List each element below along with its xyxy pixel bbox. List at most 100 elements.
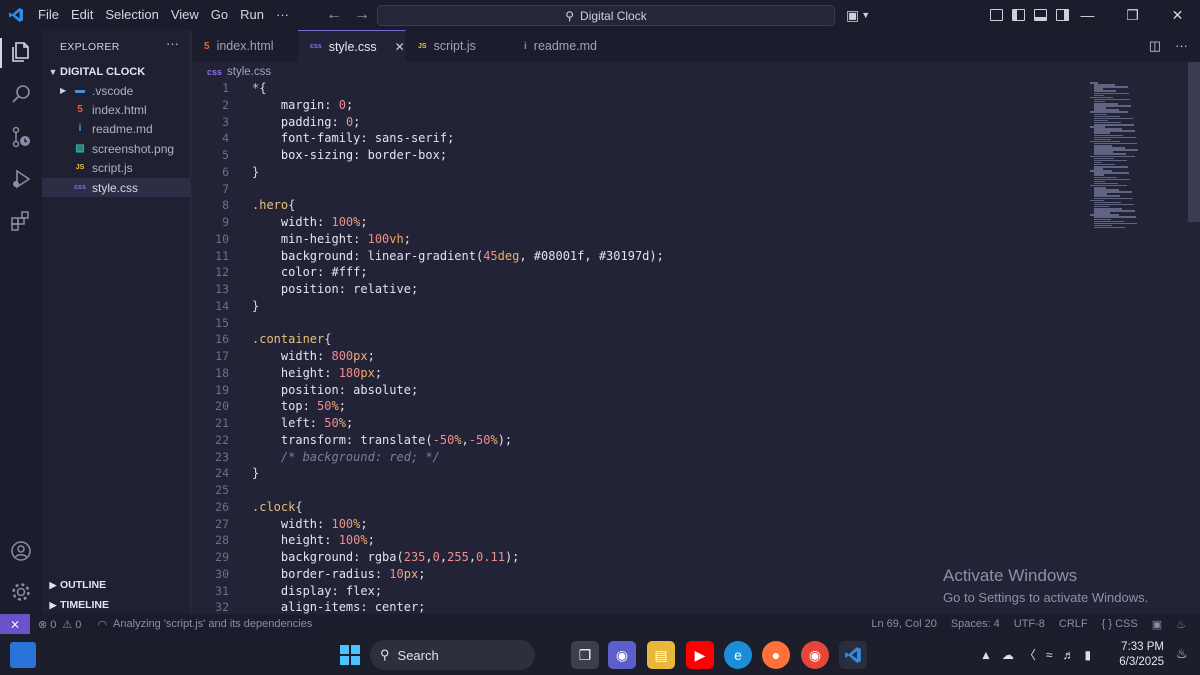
- code-editor[interactable]: 1 *{2 margin: 0; 3 padding: 0; 4 font-famil…: [192, 80, 1087, 614]
- code-token: : #fff;: [317, 265, 368, 280]
- menu-file[interactable]: File: [32, 0, 65, 30]
- extensions-icon[interactable]: [8, 208, 34, 234]
- line-number: 19: [215, 382, 229, 397]
- more-actions-icon[interactable]: ···: [1175, 38, 1188, 54]
- copilot-button[interactable]: ▣ ▼: [846, 5, 870, 25]
- image-icon: ▧: [75, 142, 85, 154]
- code-line: 24}: [192, 465, 1087, 482]
- language-icon[interactable]: 〈: [1024, 646, 1036, 663]
- tab-script-js[interactable]: JS script.js: [406, 30, 512, 62]
- tree-item[interactable]: ▧ screenshot.png: [42, 139, 191, 158]
- code-token: 45: [483, 248, 498, 263]
- task-view-icon[interactable]: ❐: [571, 641, 599, 669]
- menu-view[interactable]: View: [165, 0, 205, 30]
- split-editor-icon[interactable]: ◫: [1149, 38, 1161, 54]
- timeline-section[interactable]: ▶ TIMELINE: [46, 596, 109, 614]
- search-icon[interactable]: [8, 81, 34, 107]
- explorer-more-button[interactable]: ···: [166, 36, 179, 51]
- toggle-primary-sidebar-icon[interactable]: [1012, 9, 1025, 21]
- editor-actions: ◫ ···: [1149, 38, 1188, 54]
- tree-item[interactable]: css style.css: [42, 178, 191, 197]
- notification-bell-icon[interactable]: ♨: [1176, 646, 1188, 662]
- line-ending[interactable]: CRLF: [1059, 618, 1088, 630]
- layout-controls: [990, 0, 1069, 30]
- back-arrow-icon[interactable]: ←: [326, 6, 342, 24]
- tab-style-css[interactable]: css style.css ✕: [298, 30, 406, 62]
- battery-icon[interactable]: ▮: [1085, 648, 1092, 662]
- minimize-button[interactable]: —: [1065, 7, 1110, 23]
- chevron-up-icon[interactable]: ▲: [980, 648, 992, 662]
- tree-item[interactable]: ▶ ▬ .vscode: [42, 81, 191, 100]
- menu-run[interactable]: Run: [234, 0, 270, 30]
- close-icon[interactable]: ✕: [395, 40, 405, 54]
- warning-count[interactable]: ⚠ 0: [62, 618, 81, 631]
- code-text: top: 50%;: [252, 398, 346, 415]
- restore-button[interactable]: ❐: [1110, 7, 1155, 24]
- js-icon: JS: [75, 164, 85, 172]
- code-token: background: [252, 248, 354, 263]
- tree-item[interactable]: JS script.js: [42, 159, 191, 178]
- tab-index-html[interactable]: 5 index.html: [192, 30, 298, 62]
- line-number: 5: [222, 148, 229, 162]
- tab-readme-md[interactable]: i readme.md: [512, 30, 622, 62]
- code-token: position: [252, 382, 339, 397]
- code-token: :: [331, 114, 346, 129]
- taskbar-search-label: Search: [397, 647, 439, 663]
- firefox-icon[interactable]: ●: [762, 641, 790, 669]
- toggle-panel-icon[interactable]: [1034, 9, 1047, 21]
- breadcrumb-file[interactable]: style.css: [227, 66, 271, 78]
- code-token: ;: [353, 114, 361, 129]
- encoding[interactable]: UTF-8: [1014, 618, 1045, 630]
- vscode-taskbar-icon[interactable]: [839, 641, 867, 669]
- tree-item[interactable]: i readme.md: [42, 120, 191, 139]
- menu-selection[interactable]: Selection: [99, 0, 164, 30]
- widgets-icon[interactable]: [10, 642, 36, 668]
- run-debug-icon[interactable]: [8, 166, 34, 192]
- cursor-position[interactable]: Ln 69, Col 20: [871, 618, 936, 630]
- indentation[interactable]: Spaces: 4: [951, 618, 1000, 630]
- close-button[interactable]: ✕: [1155, 7, 1200, 24]
- language-mode[interactable]: { } CSS: [1102, 618, 1138, 630]
- error-count[interactable]: ⊗ 0: [38, 618, 56, 631]
- code-token: border-radius: [252, 566, 375, 581]
- code-token: :: [317, 349, 332, 363]
- minimap[interactable]: [1088, 80, 1188, 240]
- file-explorer-icon[interactable]: ▤: [647, 641, 675, 669]
- volume-icon[interactable]: ♬: [1063, 648, 1075, 662]
- explorer-icon[interactable]: [8, 39, 34, 65]
- remote-button[interactable]: ⨯: [0, 614, 30, 634]
- account-icon[interactable]: [8, 538, 34, 564]
- tree-item[interactable]: 5 index.html: [42, 100, 191, 119]
- tree-item-label: .vscode: [92, 83, 134, 98]
- wifi-icon[interactable]: ≈: [1046, 648, 1053, 662]
- customize-layout-icon[interactable]: [990, 9, 1003, 21]
- windows-start-icon[interactable]: [336, 641, 364, 669]
- code-token: :: [374, 566, 390, 581]
- menu-more[interactable]: ···: [270, 0, 295, 30]
- system-clock[interactable]: 7:33 PM 6/3/2025: [1112, 640, 1164, 670]
- taskbar-search[interactable]: ⚲ Search: [370, 640, 535, 670]
- code-token: }: [252, 466, 260, 481]
- teams-icon[interactable]: ◉: [608, 641, 636, 669]
- menu-go[interactable]: Go: [205, 0, 234, 30]
- code-text: align-items: center;: [252, 599, 426, 614]
- cloud-icon[interactable]: ☁: [1002, 648, 1014, 662]
- outline-section[interactable]: ▶ OUTLINE: [46, 576, 107, 594]
- command-center[interactable]: ⚲ Digital Clock: [377, 5, 835, 26]
- chrome-icon[interactable]: ◉: [801, 641, 829, 669]
- code-token: 50: [317, 399, 332, 414]
- menu-edit[interactable]: Edit: [65, 0, 99, 30]
- folder-digital-clock[interactable]: ▼ DIGITAL CLOCK: [46, 63, 191, 81]
- chevron-right-icon: ▶: [60, 86, 67, 95]
- forward-arrow-icon[interactable]: →: [354, 6, 370, 24]
- code-token: transform: [252, 432, 346, 447]
- copilot-status-icon[interactable]: ▣: [1152, 618, 1162, 631]
- notifications-bell-icon[interactable]: ♨: [1176, 618, 1186, 631]
- edge-icon[interactable]: e: [724, 641, 752, 669]
- file-type-icon: JS: [418, 42, 427, 50]
- youtube-icon[interactable]: ▶: [686, 641, 714, 669]
- editor-scrollbar[interactable]: [1188, 62, 1200, 222]
- line-number: 23: [215, 449, 229, 464]
- source-control-icon[interactable]: [8, 124, 34, 150]
- settings-gear-icon[interactable]: [8, 579, 34, 605]
